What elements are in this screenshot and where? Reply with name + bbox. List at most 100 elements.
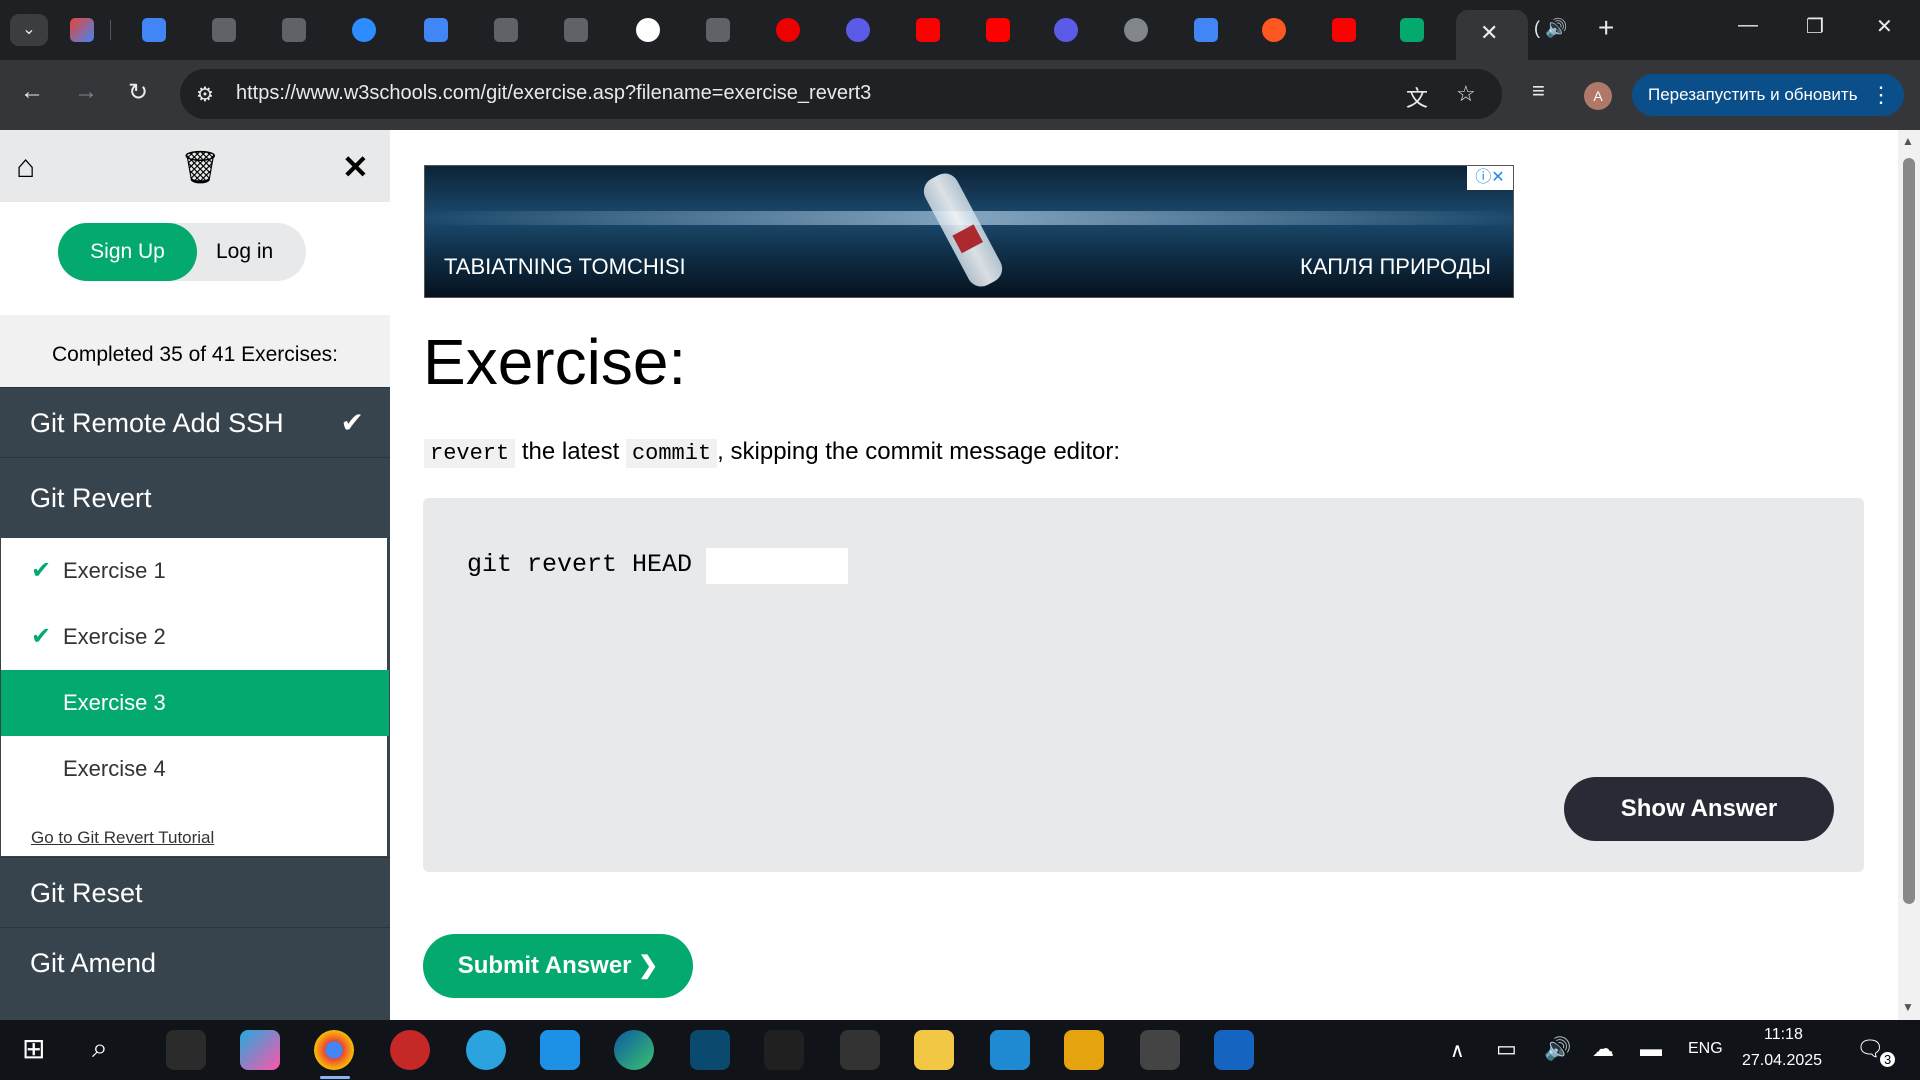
tab-youtube-3[interactable] bbox=[1328, 12, 1364, 48]
tab-bird-2[interactable] bbox=[1050, 12, 1086, 48]
exercise-item-1[interactable]: ✔ Exercise 1 bbox=[1, 538, 389, 604]
tab-classroom-2[interactable] bbox=[278, 12, 314, 48]
section-git-amend[interactable]: Git Amend bbox=[0, 927, 390, 997]
forward-button[interactable]: → bbox=[74, 78, 98, 106]
tab-zoom[interactable] bbox=[348, 12, 384, 48]
section-git-remote-add-ssh[interactable]: Git Remote Add SSH ✔ bbox=[0, 387, 390, 457]
language-indicator[interactable]: ENG bbox=[1688, 1040, 1723, 1058]
tutorial-link[interactable]: Go to Git Revert Tutorial bbox=[31, 828, 214, 848]
tab-gmail[interactable] bbox=[66, 12, 102, 48]
classroom-icon bbox=[494, 18, 518, 42]
clock-date[interactable]: 27.04.2025 bbox=[1742, 1052, 1822, 1070]
url-text[interactable]: https://www.w3schools.com/git/exercise.a… bbox=[236, 82, 871, 105]
tab-translate[interactable] bbox=[1190, 12, 1226, 48]
exercise-item-4[interactable]: Exercise 4 bbox=[1, 736, 389, 802]
chrome-icon[interactable] bbox=[314, 1030, 354, 1070]
tab-classroom-1[interactable] bbox=[208, 12, 244, 48]
tab-audio[interactable]: ( 🔊 bbox=[1534, 18, 1567, 39]
bird-icon bbox=[846, 18, 870, 42]
github-icon bbox=[636, 18, 660, 42]
tab-search-button[interactable]: ⌄ bbox=[10, 14, 48, 46]
checkmark-icon: ✔ bbox=[340, 407, 364, 438]
back-button[interactable]: ← bbox=[20, 78, 44, 106]
tab-youtube-1[interactable] bbox=[912, 12, 948, 48]
media-control-button[interactable]: ≡ bbox=[1532, 78, 1545, 104]
bookmark-star-icon[interactable]: ☆ bbox=[1456, 81, 1476, 107]
terminal-icon[interactable] bbox=[840, 1030, 880, 1070]
exercise-item-2[interactable]: ✔ Exercise 2 bbox=[1, 604, 389, 670]
penguin-icon[interactable] bbox=[764, 1030, 804, 1070]
close-icon[interactable]: ✕ bbox=[342, 148, 369, 186]
show-answer-button[interactable]: Show Answer bbox=[1564, 777, 1834, 841]
vscode-icon[interactable] bbox=[990, 1030, 1030, 1070]
section-git-reset[interactable]: Git Reset bbox=[0, 857, 390, 927]
relaunch-update-button[interactable]: Перезапустить и обновить ⋮ bbox=[1632, 74, 1904, 116]
tab-ask[interactable] bbox=[1258, 12, 1294, 48]
exercise-item-3[interactable]: Exercise 3 bbox=[1, 670, 389, 736]
ad-banner[interactable]: TABIATNING TOMCHISI КАПЛЯ ПРИРОДЫ ⓘ✕ bbox=[424, 165, 1514, 298]
scroll-down-icon[interactable]: ▼ bbox=[1902, 1000, 1914, 1014]
tab-classroom-5[interactable] bbox=[702, 12, 738, 48]
site-settings-icon[interactable]: ⚙ bbox=[196, 82, 214, 107]
tab-github[interactable] bbox=[632, 12, 668, 48]
search-icon[interactable]: ⌕ bbox=[92, 1032, 108, 1065]
answer-input[interactable] bbox=[706, 548, 848, 584]
tab-docs-2[interactable] bbox=[420, 12, 456, 48]
tab-globe[interactable] bbox=[1120, 12, 1156, 48]
trash-icon[interactable]: 🗑 bbox=[180, 148, 221, 186]
file-explorer-icon[interactable] bbox=[914, 1030, 954, 1070]
chatgpt-icon[interactable] bbox=[166, 1030, 206, 1070]
ask-icon bbox=[1262, 18, 1286, 42]
clock-time[interactable]: 11:18 bbox=[1764, 1026, 1803, 1044]
windows-start-icon[interactable]: ⊞ bbox=[22, 1032, 45, 1065]
tab-classroom-4[interactable] bbox=[560, 12, 596, 48]
close-window-button[interactable]: ✕ bbox=[1876, 14, 1893, 39]
tab-youtube-2[interactable] bbox=[982, 12, 1018, 48]
minimize-button[interactable]: — bbox=[1738, 14, 1758, 37]
tab-classroom-3[interactable] bbox=[490, 12, 526, 48]
page-scrollbar[interactable]: ▲ ▼ bbox=[1898, 130, 1920, 1020]
tab-active[interactable]: ✕ bbox=[1456, 10, 1528, 60]
home-icon[interactable]: ⌂ bbox=[16, 148, 35, 185]
tab-docs-1[interactable] bbox=[138, 12, 174, 48]
classroom-icon bbox=[282, 18, 306, 42]
submit-answer-button[interactable]: Submit Answer ❯ bbox=[423, 934, 693, 998]
volume-icon[interactable]: 🔊 bbox=[1544, 1036, 1571, 1062]
profile-avatar[interactable]: A bbox=[1584, 82, 1612, 110]
classroom-icon bbox=[706, 18, 730, 42]
close-tab-icon[interactable]: ✕ bbox=[1480, 20, 1498, 46]
console-app-icon[interactable] bbox=[1140, 1030, 1180, 1070]
chevron-up-icon[interactable]: ∧ bbox=[1450, 1038, 1465, 1063]
classroom-icon bbox=[564, 18, 588, 42]
display-icon[interactable]: ▭ bbox=[1496, 1036, 1517, 1062]
ad-choices-icon[interactable]: ⓘ✕ bbox=[1467, 166, 1513, 190]
copilot-icon[interactable] bbox=[240, 1030, 280, 1070]
battery-icon[interactable]: ▬ bbox=[1640, 1036, 1662, 1062]
tab-w3schools[interactable] bbox=[1396, 12, 1432, 48]
reload-button[interactable]: ↻ bbox=[128, 78, 148, 107]
new-tab-button[interactable]: + bbox=[1598, 12, 1614, 44]
translate-icon[interactable]: 文 bbox=[1406, 81, 1428, 113]
edge-icon[interactable] bbox=[614, 1030, 654, 1070]
onedrive-icon[interactable]: ☁ bbox=[1592, 1036, 1614, 1062]
sign-up-button[interactable]: Sign Up bbox=[58, 223, 197, 281]
address-bar[interactable]: ⚙ https://www.w3schools.com/git/exercise… bbox=[180, 69, 1502, 119]
redhat-icon bbox=[776, 18, 800, 42]
translate-icon bbox=[1194, 18, 1218, 42]
menu-dots-icon[interactable]: ⋮ bbox=[1870, 74, 1892, 116]
globe-icon bbox=[1124, 18, 1148, 42]
section-label: Git Reset bbox=[30, 878, 143, 908]
telegram-icon[interactable] bbox=[466, 1030, 506, 1070]
tab-bird-1[interactable] bbox=[842, 12, 878, 48]
restore-button[interactable]: ❐ bbox=[1806, 14, 1824, 39]
vb-app-icon[interactable] bbox=[690, 1030, 730, 1070]
media-player-icon[interactable] bbox=[1214, 1030, 1254, 1070]
section-git-revert[interactable]: Git Revert bbox=[0, 457, 390, 537]
log-in-button[interactable]: Log in bbox=[216, 223, 273, 281]
x64-app-icon[interactable] bbox=[1064, 1030, 1104, 1070]
antivirus-icon[interactable] bbox=[390, 1030, 430, 1070]
scroll-thumb[interactable] bbox=[1903, 158, 1915, 904]
tab-redhat[interactable] bbox=[772, 12, 808, 48]
docker-icon[interactable] bbox=[540, 1030, 580, 1070]
scroll-up-icon[interactable]: ▲ bbox=[1902, 134, 1914, 148]
